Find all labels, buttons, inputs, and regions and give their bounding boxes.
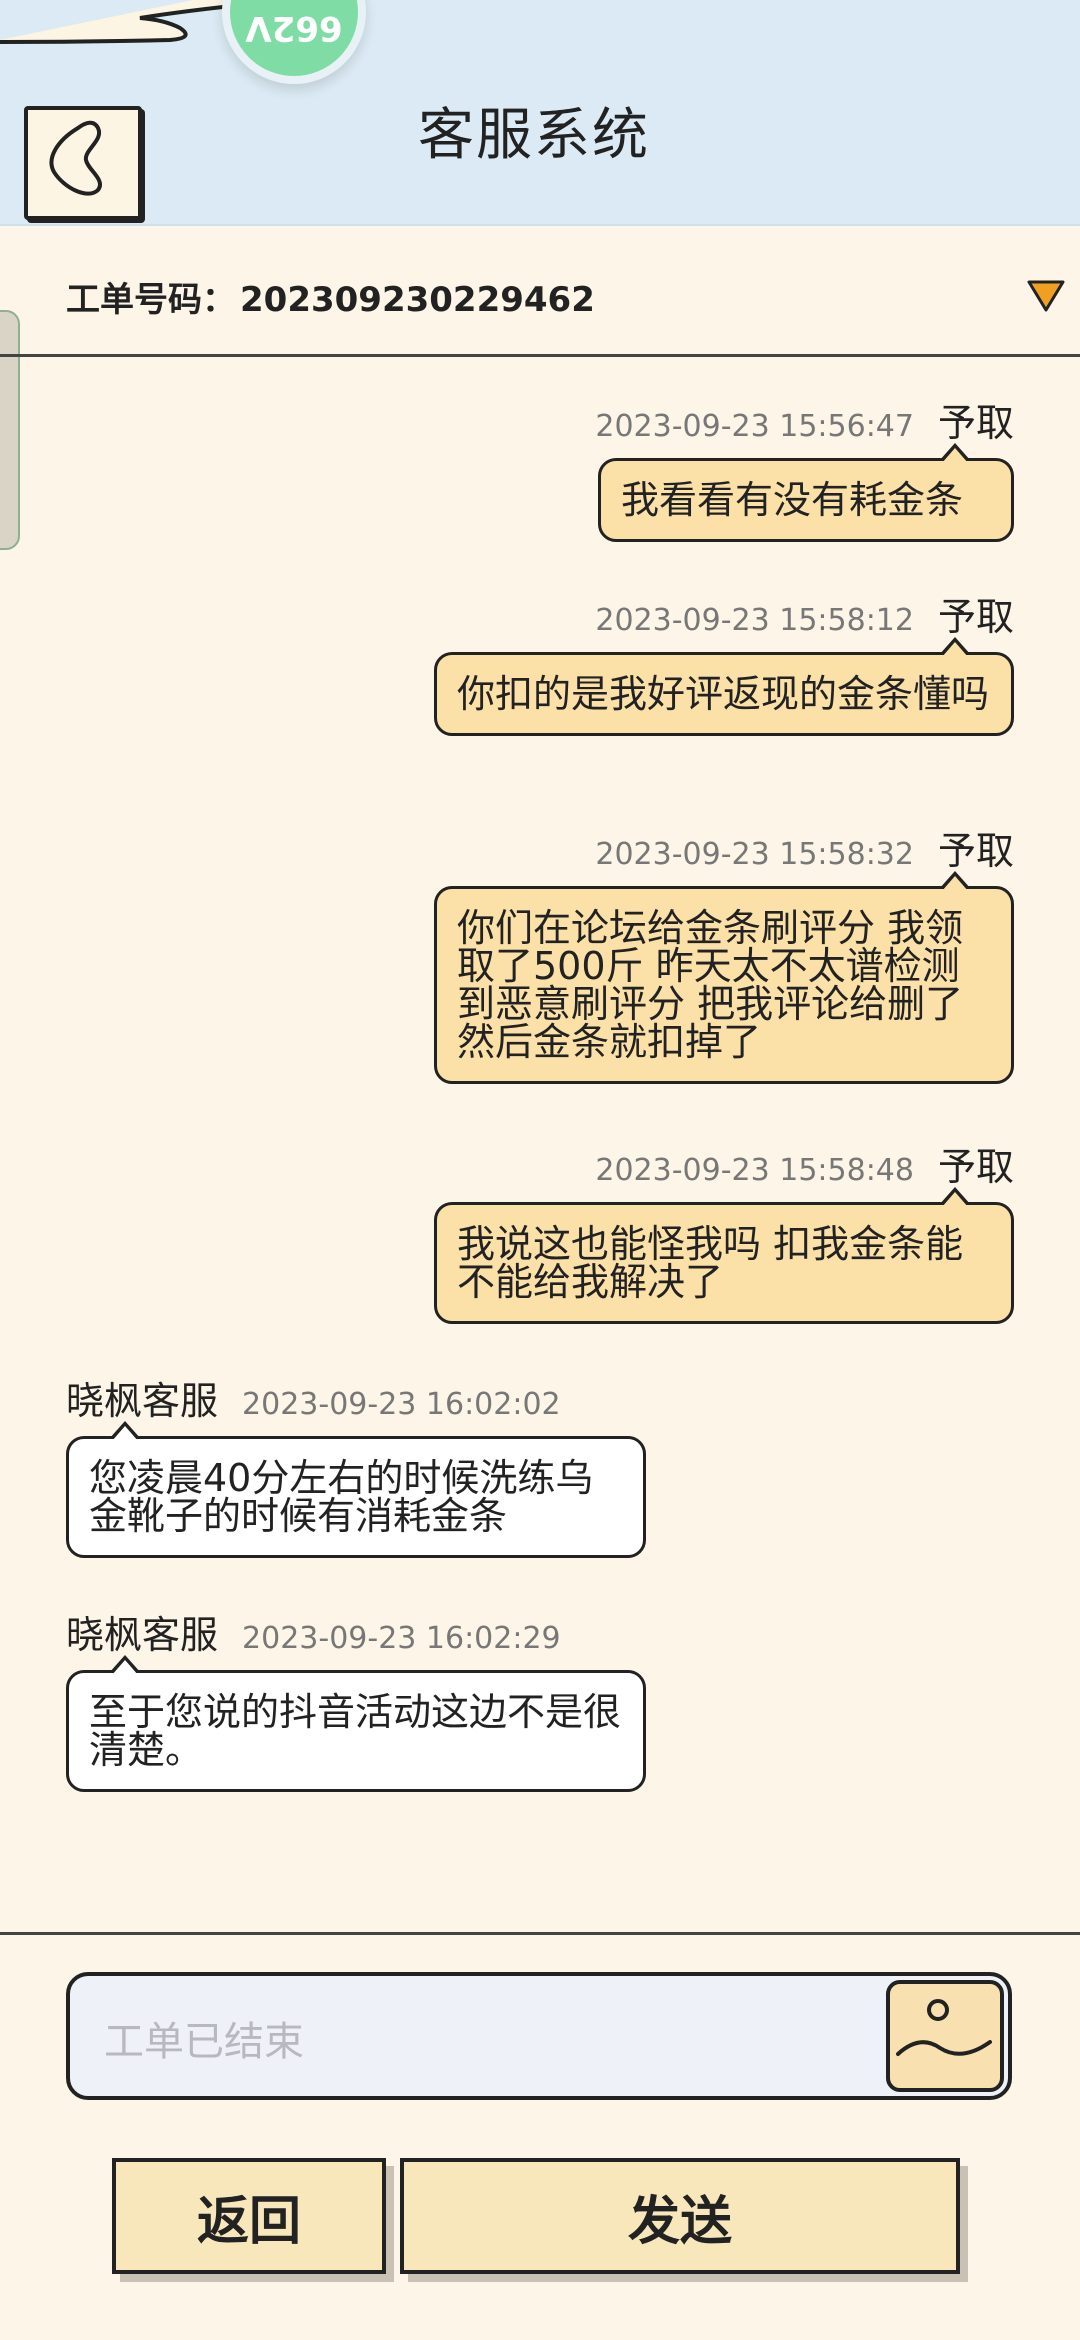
return-button[interactable]: 返回 [112,2158,386,2274]
send-button[interactable]: 发送 [400,2158,960,2274]
message-sender: 予取 [937,829,1014,873]
message-time: 2023-09-23 15:58:12 [595,603,914,638]
image-upload-button[interactable] [886,1980,1004,2092]
message-sender: 予取 [937,1145,1014,1189]
divider [0,354,1080,357]
back-button[interactable] [24,106,142,220]
message-input-box [66,1972,1012,2100]
message-sender: 予取 [937,401,1014,445]
message-bubble-sent: 你们在论坛给金条刷评分 我领取了500斤 昨天太不太谱检测到恶意刷评分 把我评论… [434,871,1014,1084]
ticket-info: 工单号码： 202309230229462 [66,272,595,321]
message-sender: 晓枫客服 [66,1379,219,1423]
message-bubble-sent: 我说这也能怪我吗 扣我金条能不能给我解决了 [434,1187,1014,1324]
message-bubble-sent: 我看看有没有耗金条 [598,443,1014,542]
ticket-number: 202309230229462 [240,280,595,320]
avatar: 662V [222,0,366,84]
message-bubble-sent: 你扣的是我好评返现的金条懂吗 [434,637,1014,736]
message-meta: 2023-09-23 15:58:12 予取 [595,586,1014,641]
message-sender: 晓枫客服 [66,1613,219,1657]
avatar-label: 662V [245,8,343,48]
message-time: 2023-09-23 16:02:02 [242,1387,561,1422]
message-input[interactable] [70,1976,874,2096]
header-bar: 662V 客服系统 [0,0,1080,226]
message-meta: 2023-09-23 15:58:48 予取 [595,1136,1014,1191]
back-arrow-icon [49,120,102,196]
message-time: 2023-09-23 15:56:47 [595,409,914,444]
message-time: 2023-09-23 15:58:32 [595,837,914,872]
ticket-label: 工单号码： [66,280,236,320]
message-bubble-received: 至于您说的抖音活动这边不是很清楚。 [66,1655,646,1792]
dropdown-triangle-icon[interactable] [1026,278,1066,314]
message-time: 2023-09-23 16:02:29 [242,1621,561,1656]
message-bubble-received: 您凌晨40分左右的时候洗练乌金靴子的时候有消耗金条 [66,1421,646,1558]
divider [0,1932,1080,1935]
message-meta: 2023-09-23 15:58:32 予取 [595,820,1014,875]
message-meta: 晓枫客服 2023-09-23 16:02:29 [66,1604,561,1659]
message-time: 2023-09-23 15:58:48 [595,1153,914,1188]
page-title: 客服系统 [418,103,650,168]
image-icon [896,1999,992,2056]
message-meta: 晓枫客服 2023-09-23 16:02:02 [66,1370,561,1425]
message-sender: 予取 [937,595,1014,639]
message-meta: 2023-09-23 15:56:47 予取 [595,392,1014,447]
side-drawer-handle[interactable] [0,310,20,550]
